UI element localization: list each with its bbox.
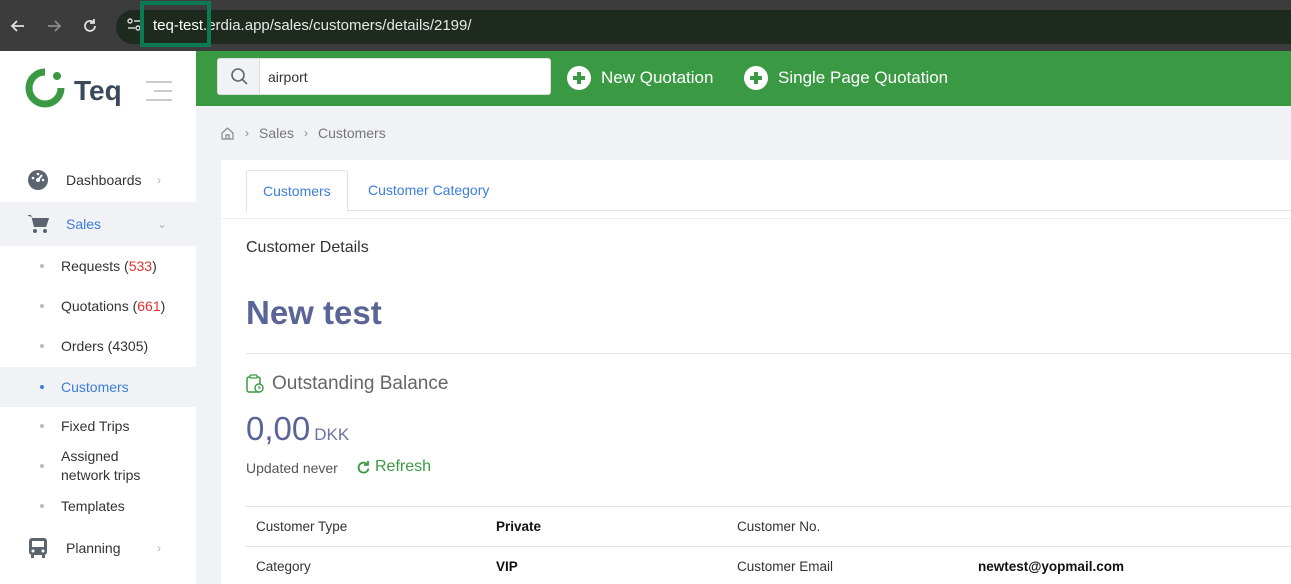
bullet-dot [40, 264, 44, 268]
outstanding-balance-title: Outstanding Balance [272, 373, 449, 394]
balance-value: 0,00 DKK [246, 410, 349, 448]
customers-label: Customers [61, 378, 129, 395]
chevron-right-icon: › [157, 541, 161, 555]
refresh-icon [357, 460, 370, 474]
bullet-dot [40, 385, 44, 389]
sidebar-item-quotations[interactable]: Quotations (661) [0, 296, 196, 316]
customer-details-table: Customer Type Private Customer No. Categ… [246, 506, 1291, 584]
quotations-count: 661 [137, 297, 161, 314]
field-value: VIP [496, 559, 518, 574]
sidebar-item-fixed-trips[interactable]: Fixed Trips [0, 416, 196, 436]
new-quotation-button[interactable]: New Quotation [567, 65, 713, 91]
field-label: Customer Type [256, 519, 348, 534]
single-page-quotation-label: Single Page Quotation [778, 68, 949, 87]
sidebar-item-dashboards[interactable]: Dashboards › [0, 158, 196, 202]
plus-circle-icon [744, 66, 768, 90]
table-row: Category VIP Customer Email newtest@yopm… [246, 546, 1291, 584]
orders-label: Orders (4305) [61, 337, 149, 354]
single-page-quotation-button[interactable]: Single Page Quotation [744, 65, 948, 91]
plus-circle-icon [567, 66, 591, 90]
balance-currency: DKK [314, 425, 350, 444]
search-icon[interactable] [218, 59, 260, 94]
sidebar-item-assigned-network-trips[interactable]: Assigned network trips [0, 447, 196, 485]
sidebar-item-customers[interactable]: Customers [0, 367, 196, 407]
tab-bar: Customers Customer Category [246, 170, 1291, 212]
search-box [217, 58, 551, 95]
new-quotation-label: New Quotation [601, 68, 714, 87]
menu-toggle-icon[interactable] [146, 81, 172, 108]
cart-icon [27, 215, 49, 233]
logo-text: Teq [74, 75, 122, 106]
sidebar-item-orders[interactable]: Orders (4305) [0, 336, 196, 356]
sidebar-label-dashboards: Dashboards [66, 172, 142, 188]
sidebar: Teq Dashboards › Sales ⌄ Requests (533) … [0, 51, 196, 584]
browser-toolbar: teq-test.erdia.app/sales/customers/detai… [0, 0, 1291, 51]
field-label: Customer Email [737, 559, 834, 574]
sidebar-item-templates[interactable]: Templates [0, 496, 196, 516]
fixed-trips-label: Fixed Trips [61, 417, 130, 434]
breadcrumb: › Sales › Customers [220, 123, 386, 143]
bullet-dot [40, 464, 44, 468]
customer-name: New test [246, 294, 382, 331]
logo-icon [25, 68, 65, 108]
home-icon[interactable] [220, 126, 235, 141]
balance-amount: 0,00 [246, 410, 311, 447]
url-path: erdia.app/sales/customers/details/2199/ [207, 17, 472, 34]
sidebar-item-sales[interactable]: Sales ⌄ [0, 202, 196, 246]
bullet-dot [40, 424, 44, 428]
reload-icon[interactable] [80, 17, 100, 37]
sidebar-label-planning: Planning [66, 540, 121, 556]
field-value: newtest@yopmail.com [978, 559, 1124, 574]
sidebar-item-planning[interactable]: Planning › [0, 526, 196, 570]
highlight-box [140, 1, 211, 47]
search-input[interactable] [262, 59, 542, 94]
templates-label: Templates [61, 497, 125, 514]
balance-clock-icon [246, 374, 264, 393]
table-row: Customer Type Private Customer No. [246, 506, 1291, 546]
field-label: Customer No. [737, 519, 821, 534]
customer-card: Customers Customer Category Customer Det… [221, 160, 1291, 584]
divider [221, 218, 1291, 219]
requests-label: Requests (533) [61, 257, 157, 274]
outstanding-balance-header: Outstanding Balance [246, 373, 448, 395]
forward-icon[interactable] [44, 17, 64, 37]
field-value: Private [496, 519, 542, 534]
assigned-label: Assigned network trips [61, 448, 141, 483]
quotations-label: Quotations (661) [61, 297, 166, 314]
bullet-dot [40, 504, 44, 508]
chevron-down-icon: ⌄ [157, 217, 168, 231]
field-label: Category [256, 559, 311, 574]
bullet-dot [40, 304, 44, 308]
bullet-dot [40, 344, 44, 348]
sidebar-item-requests[interactable]: Requests (533) [0, 256, 196, 276]
refresh-button[interactable]: Refresh [356, 458, 431, 476]
tab-customer-category[interactable]: Customer Category [352, 170, 505, 211]
section-title: Customer Details [246, 239, 369, 256]
bus-icon [29, 538, 47, 558]
chevron-right-icon: › [157, 173, 161, 187]
divider [246, 353, 1291, 354]
breadcrumb-customers[interactable]: Customers [318, 125, 386, 141]
dashboard-gauge-icon [28, 170, 48, 190]
logo[interactable]: Teq [24, 67, 124, 111]
top-action-bar: New Quotation Single Page Quotation [196, 51, 1291, 106]
updated-status: Updated never [246, 460, 338, 476]
breadcrumb-sales[interactable]: Sales [259, 125, 294, 141]
requests-count: 533 [128, 257, 153, 274]
sidebar-label-sales: Sales [66, 216, 102, 232]
refresh-label: Refresh [375, 458, 432, 475]
breadcrumb-separator: › [304, 126, 309, 140]
back-icon[interactable] [8, 17, 28, 37]
tab-customers[interactable]: Customers [246, 170, 348, 212]
breadcrumb-separator: › [245, 126, 249, 140]
